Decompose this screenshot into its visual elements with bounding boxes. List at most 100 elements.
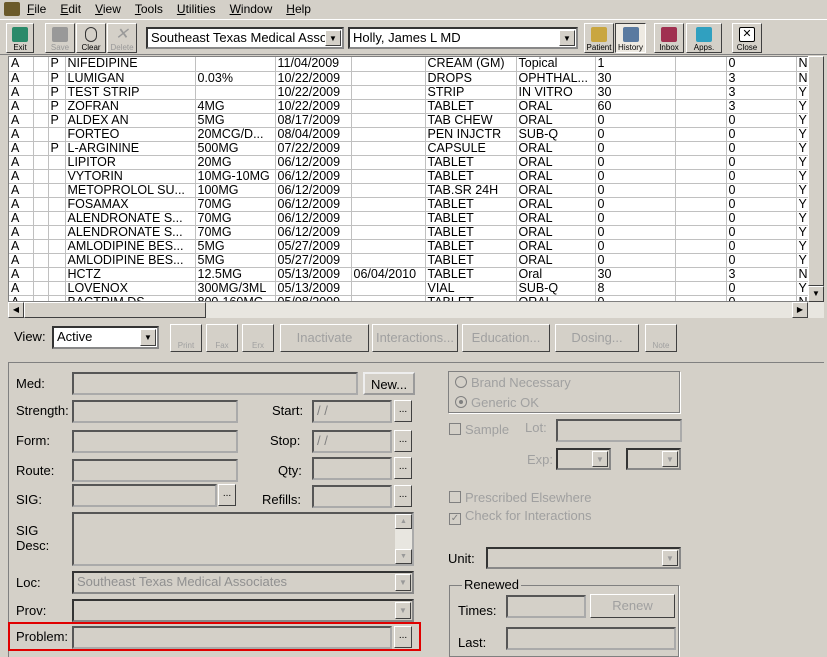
route-input[interactable] xyxy=(72,459,238,482)
sample-checkbox[interactable]: Sample xyxy=(449,422,509,437)
clear-button[interactable]: Clear xyxy=(76,23,106,53)
strength-input[interactable] xyxy=(72,400,238,423)
fax-button[interactable]: Fax xyxy=(206,324,238,352)
menu-utilities[interactable]: Utilities xyxy=(170,2,223,16)
sig-desc-scrollbar[interactable]: ▲ ▼ xyxy=(395,514,412,564)
table-cell: TABLET xyxy=(425,225,517,240)
last-input[interactable] xyxy=(506,627,676,650)
provider-field-select[interactable]: ▼ xyxy=(72,599,414,622)
menu-help[interactable]: Help xyxy=(279,2,318,16)
table-row[interactable]: A ALENDRONATE S... 70MG 06/12/2009 TABLET ORA… xyxy=(9,211,811,226)
problem-lookup-button[interactable]: ... xyxy=(394,626,412,648)
start-date-picker-button[interactable]: ... xyxy=(394,400,412,422)
delete-button[interactable]: ✕ Delete xyxy=(107,23,137,53)
brand-necessary-radio[interactable]: Brand Necessary xyxy=(455,375,571,390)
table-row[interactable]: A P TEST STRIP 10/22/2009 STRIP IN VITRO 30 3 Y xyxy=(9,85,811,100)
table-row[interactable]: A AMLODIPINE BES... 5MG 05/27/2009 TABLET ORA… xyxy=(9,253,811,268)
save-button[interactable]: Save xyxy=(45,23,75,53)
times-input[interactable] xyxy=(506,595,586,618)
menu-view[interactable]: View xyxy=(88,2,128,16)
chevron-down-icon[interactable]: ▼ xyxy=(140,329,156,346)
chevron-down-icon[interactable]: ▼ xyxy=(325,30,341,46)
scroll-down-arrow-icon[interactable]: ▼ xyxy=(808,286,824,302)
refills-lookup-button[interactable]: ... xyxy=(394,485,412,507)
stop-date-input[interactable]: / / xyxy=(312,430,392,453)
sig-desc-textarea[interactable] xyxy=(72,512,414,566)
table-row[interactable]: A P ALDEX AN 5MG 08/17/2009 TAB CHEW ORAL 0 0 Y xyxy=(9,113,811,128)
scroll-right-arrow-icon[interactable]: ▶ xyxy=(792,302,808,318)
exit-button[interactable]: Exit xyxy=(6,23,34,53)
refills-input[interactable] xyxy=(312,485,392,508)
start-date-input[interactable]: / / xyxy=(312,400,392,423)
table-row[interactable]: A LOVENOX 300MG/3ML 05/13/2009 VIAL SUB-Q 8 0 Y xyxy=(9,281,811,296)
exp-year-select[interactable]: ▼ xyxy=(626,448,681,470)
form-input[interactable] xyxy=(72,430,238,453)
new-med-button[interactable]: New... xyxy=(363,372,415,395)
scroll-thumb[interactable] xyxy=(24,302,206,318)
history-button[interactable]: History xyxy=(615,23,646,53)
sig-input[interactable] xyxy=(72,484,217,507)
stop-date-picker-button[interactable]: ... xyxy=(394,430,412,452)
renew-button[interactable]: Renew xyxy=(590,594,675,618)
table-row[interactable]: A METOPROLOL SU... 100MG 06/12/2009 TAB.SR 2… xyxy=(9,183,811,198)
chevron-down-icon[interactable]: ▼ xyxy=(662,451,678,467)
menu-edit[interactable]: Edit xyxy=(53,2,88,16)
table-row[interactable]: A FOSAMAX 70MG 06/12/2009 TABLET ORAL 0 0 Y xyxy=(9,197,811,212)
scroll-left-arrow-icon[interactable]: ◀ xyxy=(8,302,24,318)
scroll-up-arrow-icon[interactable]: ▲ xyxy=(395,514,412,529)
scroll-thumb[interactable] xyxy=(808,56,824,286)
print-button[interactable]: Print xyxy=(170,324,202,352)
table-row[interactable]: A P LUMIGAN 0.03% 10/22/2009 DROPS OPHTHAL... 3… xyxy=(9,71,811,86)
generic-ok-radio[interactable]: Generic OK xyxy=(455,395,539,410)
med-input[interactable] xyxy=(72,372,358,395)
inbox-button[interactable]: Inbox xyxy=(654,23,684,53)
table-row[interactable]: A HCTZ 12.5MG 05/13/2009 06/04/2010 TABLET Ora… xyxy=(9,267,811,282)
table-row[interactable]: A P NIFEDIPINE 11/04/2009 CREAM (GM) Topical 1… xyxy=(9,57,811,72)
menu-window[interactable]: Window xyxy=(223,2,280,16)
education-button[interactable]: Education... xyxy=(462,324,550,352)
qty-lookup-button[interactable]: ... xyxy=(394,457,412,479)
table-cell: 0.03% xyxy=(195,71,276,86)
inactivate-button[interactable]: Inactivate xyxy=(280,324,369,352)
problem-input[interactable] xyxy=(72,626,392,649)
menu-file[interactable]: File xyxy=(20,2,53,16)
view-select[interactable]: Active ▼ xyxy=(52,326,159,349)
location-select[interactable]: Southeast Texas Medical Associates ▼ xyxy=(72,571,414,594)
table-row[interactable]: A AMLODIPINE BES... 5MG 05/27/2009 TABLET ORA… xyxy=(9,239,811,254)
chevron-down-icon[interactable]: ▼ xyxy=(395,602,411,619)
scroll-down-arrow-icon[interactable]: ▼ xyxy=(395,549,412,564)
dosing-button[interactable]: Dosing... xyxy=(555,324,639,352)
patient-button[interactable]: Patient xyxy=(584,23,614,53)
chevron-down-icon[interactable]: ▼ xyxy=(592,451,608,467)
lot-input[interactable] xyxy=(556,419,682,442)
note-button[interactable]: Note xyxy=(645,324,677,352)
table-row[interactable]: A P L-ARGININE 500MG 07/22/2009 CAPSULE ORAL 0 0… xyxy=(9,141,811,156)
chevron-down-icon[interactable]: ▼ xyxy=(395,574,411,591)
interactions-button[interactable]: Interactions... xyxy=(372,324,458,352)
erx-button[interactable]: Erx xyxy=(242,324,274,352)
practice-select[interactable]: Southeast Texas Medical Associ ▼ xyxy=(146,27,344,49)
close-button[interactable]: ✕ Close xyxy=(732,23,762,53)
table-row[interactable]: A BACTRIM DS 800-160MG 05/08/2009 TABLET ORAL… xyxy=(9,295,811,301)
provider-select[interactable]: Holly, James L MD ▼ xyxy=(348,27,578,49)
chevron-down-icon[interactable]: ▼ xyxy=(559,30,575,46)
unit-select[interactable]: ▼ xyxy=(486,547,681,569)
vertical-scrollbar[interactable]: ▼ xyxy=(808,56,824,302)
horizontal-scrollbar[interactable]: ◀ ▶ xyxy=(8,302,824,318)
chevron-down-icon[interactable]: ▼ xyxy=(662,550,678,566)
table-cell xyxy=(351,211,426,226)
apps-button[interactable]: Apps. xyxy=(686,23,722,53)
check-interactions-checkbox[interactable]: ✓ Check for Interactions xyxy=(449,508,591,525)
table-row[interactable]: A FORTEO 20MCG/D... 08/04/2009 PEN INJCTR SUB… xyxy=(9,127,811,142)
menu-tools[interactable]: Tools xyxy=(128,2,170,16)
patient-icon xyxy=(591,27,607,42)
table-cell: HCTZ xyxy=(65,267,196,282)
table-row[interactable]: A VYTORIN 10MG-10MG 06/12/2009 TABLET ORAL 0 0 Y xyxy=(9,169,811,184)
table-row[interactable]: A ALENDRONATE S... 70MG 06/12/2009 TABLET ORA… xyxy=(9,225,811,240)
qty-input[interactable] xyxy=(312,457,392,480)
table-row[interactable]: A P ZOFRAN 4MG 10/22/2009 TABLET ORAL 60 3 Y xyxy=(9,99,811,114)
prescribed-elsewhere-checkbox[interactable]: Prescribed Elsewhere xyxy=(449,490,591,505)
exp-month-select[interactable]: ▼ xyxy=(556,448,611,470)
sig-lookup-button[interactable]: ... xyxy=(218,484,236,506)
table-row[interactable]: A LIPITOR 20MG 06/12/2009 TABLET ORAL 0 0 Y xyxy=(9,155,811,170)
